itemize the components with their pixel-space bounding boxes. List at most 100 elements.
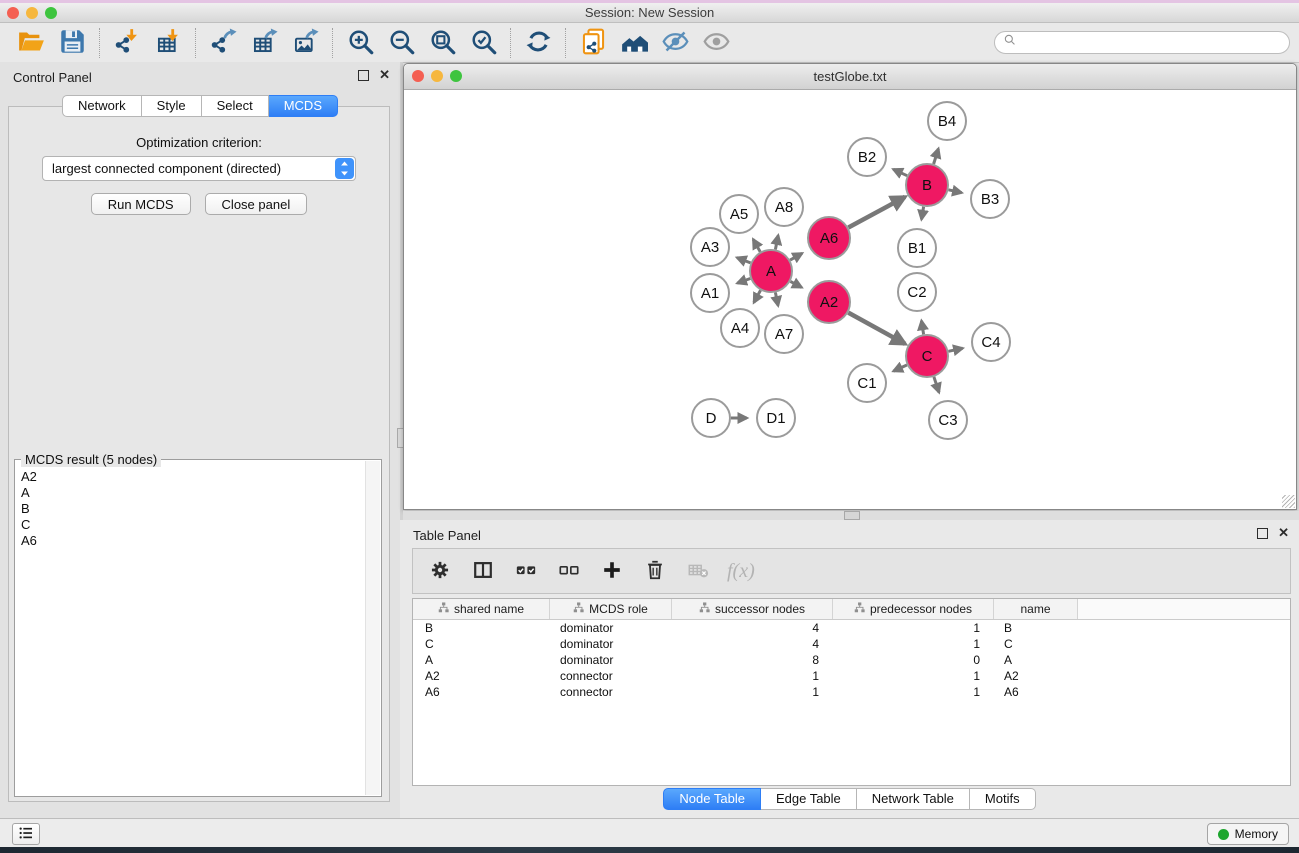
close-panel-icon[interactable]: ✕ xyxy=(1278,527,1289,539)
export-network-button[interactable] xyxy=(207,27,239,59)
graph-edge-A-A4[interactable] xyxy=(754,290,761,302)
network-window-titlebar[interactable]: testGlobe.txt xyxy=(404,64,1296,90)
table-row[interactable]: A6connector11A6 xyxy=(413,684,1290,700)
column-header-MCDS-role[interactable]: MCDS role xyxy=(550,599,672,619)
task-history-button[interactable] xyxy=(12,823,40,845)
mcds-result-item[interactable]: B xyxy=(16,501,365,517)
tab-edge-table[interactable]: Edge Table xyxy=(761,788,857,810)
graph-edge-A6-B[interactable] xyxy=(848,197,905,228)
import-table-button[interactable] xyxy=(152,27,184,59)
graph-node-B3[interactable]: B3 xyxy=(971,180,1009,218)
graph-node-A4[interactable]: A4 xyxy=(721,309,759,347)
graph-edge-C-C4[interactable] xyxy=(949,348,963,351)
tab-node-table[interactable]: Node Table xyxy=(663,788,761,810)
graph-node-C2[interactable]: C2 xyxy=(898,273,936,311)
close-window-button[interactable] xyxy=(7,7,19,19)
graph-node-A3[interactable]: A3 xyxy=(691,228,729,266)
graph-node-A1[interactable]: A1 xyxy=(691,274,729,312)
graph-node-C3[interactable]: C3 xyxy=(929,401,967,439)
open-button[interactable] xyxy=(15,27,47,59)
add-button[interactable] xyxy=(598,557,626,585)
float-panel-icon[interactable] xyxy=(1257,528,1268,539)
mcds-result-list[interactable]: A2ABCA6 xyxy=(16,461,365,795)
columns-button[interactable] xyxy=(469,557,497,585)
minimize-window-button[interactable] xyxy=(26,7,38,19)
close-panel-icon[interactable]: ✕ xyxy=(379,69,390,81)
export-table-button[interactable] xyxy=(248,27,280,59)
graph-edge-B-B3[interactable] xyxy=(949,190,962,193)
mcds-result-item[interactable]: A2 xyxy=(16,469,365,485)
save-button[interactable] xyxy=(56,27,88,59)
graph-node-A2[interactable]: A2 xyxy=(808,281,850,323)
mcds-result-item[interactable]: A6 xyxy=(16,533,365,549)
table-row[interactable]: Adominator80A xyxy=(413,652,1290,668)
graph-node-A5[interactable]: A5 xyxy=(720,195,758,233)
optimization-dropdown[interactable]: largest connected component (directed) xyxy=(42,156,356,181)
select-checked-button[interactable] xyxy=(512,557,540,585)
graph-node-B4[interactable]: B4 xyxy=(928,102,966,140)
graph-edge-B-B4[interactable] xyxy=(934,149,939,164)
graph-node-A6[interactable]: A6 xyxy=(808,217,850,259)
graph-node-A8[interactable]: A8 xyxy=(765,188,803,226)
column-header-name[interactable]: name xyxy=(994,599,1078,619)
network-minimize-button[interactable] xyxy=(431,70,443,82)
graph-node-B1[interactable]: B1 xyxy=(898,229,936,267)
graph-edge-A-A3[interactable] xyxy=(737,258,751,263)
zoom-in-button[interactable] xyxy=(344,27,376,59)
mcds-result-item[interactable]: C xyxy=(16,517,365,533)
export-image-button[interactable] xyxy=(289,27,321,59)
trash-button[interactable] xyxy=(641,557,669,585)
tab-motifs[interactable]: Motifs xyxy=(970,788,1036,810)
graph-edge-A-A7[interactable] xyxy=(775,293,778,306)
gear-button[interactable] xyxy=(426,557,454,585)
select-unchecked-button[interactable] xyxy=(555,557,583,585)
search-field[interactable] xyxy=(994,31,1290,54)
panel-divider-horizontal[interactable] xyxy=(403,511,1299,520)
graph-edge-B-B1[interactable] xyxy=(922,207,924,220)
zoom-fit-button[interactable] xyxy=(426,27,458,59)
graph-node-D1[interactable]: D1 xyxy=(757,399,795,437)
graph-edge-A2-C[interactable] xyxy=(848,313,905,344)
graph-node-C[interactable]: C xyxy=(906,335,948,377)
close-panel-button[interactable]: Close panel xyxy=(205,193,308,215)
home-button[interactable] xyxy=(618,27,650,59)
graph-edge-A-A1[interactable] xyxy=(737,279,750,284)
zoom-out-button[interactable] xyxy=(385,27,417,59)
graph-edge-A-A8[interactable] xyxy=(775,235,778,249)
graph-node-C1[interactable]: C1 xyxy=(848,364,886,402)
memory-button[interactable]: Memory xyxy=(1207,823,1289,845)
network-canvas[interactable]: A A1 A2 A3 A4 A5 A6 A7 A8 B B1 B2 B3 B4 … xyxy=(404,90,1296,509)
hide-eye-button[interactable] xyxy=(659,27,691,59)
column-header-predecessor-nodes[interactable]: predecessor nodes xyxy=(833,599,994,619)
tab-style[interactable]: Style xyxy=(142,95,202,117)
graph-edge-C-C3[interactable] xyxy=(934,377,939,393)
graph-edge-C-C2[interactable] xyxy=(922,321,924,335)
mcds-result-item[interactable]: A xyxy=(16,485,365,501)
graph-edge-A-A6[interactable] xyxy=(790,253,802,260)
graph-edge-C-C1[interactable] xyxy=(893,365,907,371)
function-builder-button[interactable]: f(x) xyxy=(727,560,755,583)
graph-node-D[interactable]: D xyxy=(692,399,730,437)
delete-table-button[interactable] xyxy=(684,557,712,585)
duplicate-network-button[interactable] xyxy=(577,27,609,59)
divider-handle[interactable] xyxy=(844,511,860,520)
network-close-button[interactable] xyxy=(412,70,424,82)
network-zoom-button[interactable] xyxy=(450,70,462,82)
resize-grip-icon[interactable] xyxy=(1282,495,1295,508)
run-mcds-button[interactable]: Run MCDS xyxy=(91,193,191,215)
refresh-button[interactable] xyxy=(522,27,554,59)
graph-node-A[interactable]: A xyxy=(750,250,792,292)
graph-node-C4[interactable]: C4 xyxy=(972,323,1010,361)
graph-edge-A-A2[interactable] xyxy=(790,281,801,287)
graph-node-B2[interactable]: B2 xyxy=(848,138,886,176)
graph-node-B[interactable]: B xyxy=(906,164,948,206)
column-header-shared-name[interactable]: shared name xyxy=(413,599,550,619)
zoom-selected-button[interactable] xyxy=(467,27,499,59)
show-eye-button[interactable] xyxy=(700,27,732,59)
tab-network-table[interactable]: Network Table xyxy=(857,788,970,810)
search-input[interactable] xyxy=(1017,36,1281,50)
graph-edge-A-A5[interactable] xyxy=(753,239,760,252)
tab-mcds[interactable]: MCDS xyxy=(269,95,338,117)
tab-select[interactable]: Select xyxy=(202,95,269,117)
column-header-successor-nodes[interactable]: successor nodes xyxy=(672,599,833,619)
